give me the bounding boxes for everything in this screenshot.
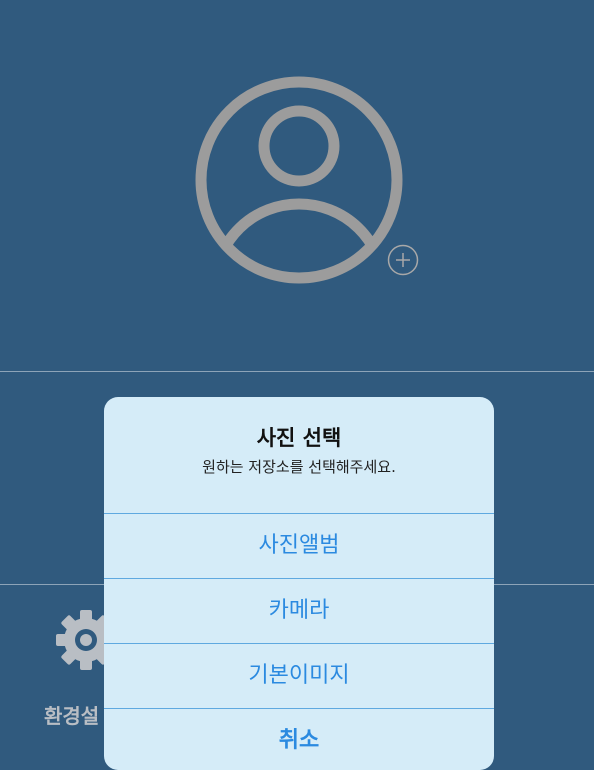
- photo-album-button[interactable]: 사진앨범: [104, 513, 494, 578]
- profile-avatar[interactable]: [195, 76, 403, 284]
- settings-label: 환경설: [44, 704, 100, 728]
- action-sheet-message: 원하는 저장소를 선택해주세요.: [202, 458, 396, 476]
- default-image-button[interactable]: 기본이미지: [104, 643, 494, 708]
- cancel-button[interactable]: 취소: [104, 708, 494, 770]
- camera-button[interactable]: 카메라: [104, 578, 494, 643]
- section-divider: [0, 371, 594, 372]
- action-sheet-title: 사진 선택: [256, 426, 342, 450]
- user-circle-icon: [195, 76, 403, 284]
- plus-circle-icon: [387, 244, 419, 276]
- action-sheet: 사진 선택 원하는 저장소를 선택해주세요. 사진앨범 카메라 기본이미지 취소: [104, 397, 494, 770]
- add-photo-button[interactable]: [386, 243, 420, 277]
- action-sheet-header: 사진 선택 원하는 저장소를 선택해주세요.: [104, 397, 494, 513]
